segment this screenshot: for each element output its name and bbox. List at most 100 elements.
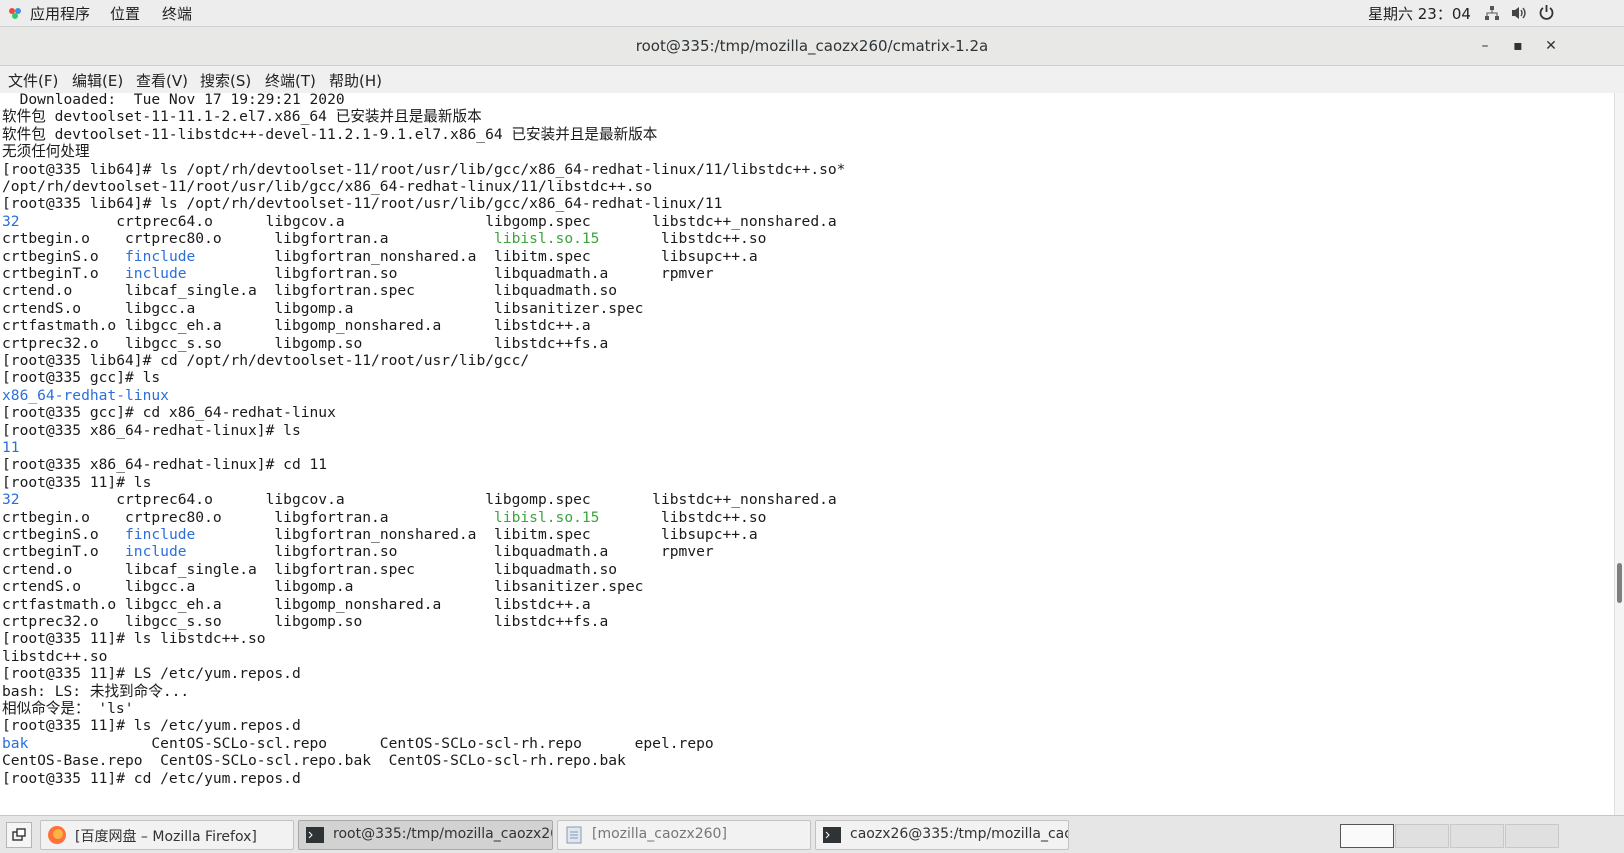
- terminal-app-menu[interactable]: 终端: [162, 3, 192, 24]
- terminal-line: [root@335 gcc]# ls: [2, 369, 160, 387]
- terminal-line: crtend.o libcaf_single.a libgfortran.spe…: [2, 282, 617, 300]
- file-manager-icon: [564, 825, 584, 845]
- terminal-text: [root@335 gcc]# cd x86_64-redhat-linux: [2, 404, 336, 421]
- taskbar-item-file-manager[interactable]: [mozilla_caozx260]: [557, 820, 811, 850]
- menu-terminal[interactable]: 终端(T): [265, 70, 316, 91]
- close-button[interactable]: ✕: [1540, 35, 1562, 57]
- terminal-colored-text: libisl.so.15: [494, 230, 600, 247]
- terminal-line: crtendS.o libgcc.a libgomp.a libsanitize…: [2, 578, 643, 596]
- terminal-text: libstdc++.so: [599, 230, 767, 247]
- taskbar-item-firefox[interactable]: [百度网盘 – Mozilla Firefox]: [40, 820, 294, 850]
- terminal-line: bash: LS: 未找到命令...: [2, 683, 189, 701]
- terminal-text: libgfortran.so libquadmath.a rpmver: [186, 265, 714, 282]
- terminal-line: Downloaded: Tue Nov 17 19:29:21 2020: [2, 93, 345, 109]
- applications-icon[interactable]: [6, 4, 24, 26]
- taskbar-item-label: root@335:/tmp/mozilla_caozx260/…: [333, 826, 552, 842]
- terminal-text: crtend.o libcaf_single.a libgfortran.spe…: [2, 561, 618, 578]
- menu-search[interactable]: 搜索(S): [200, 70, 251, 91]
- terminal-line: crtbeginT.o include libgfortran.so libqu…: [2, 543, 714, 561]
- menu-file[interactable]: 文件(F): [8, 70, 58, 91]
- terminal-text: crtbeginT.o: [2, 543, 126, 560]
- terminal-line: x86_64-redhat-linux: [2, 387, 169, 405]
- scrollbar-thumb[interactable]: [1617, 563, 1622, 603]
- terminal-text: [root@335 lib64]# ls /opt/rh/devtoolset-…: [2, 195, 723, 212]
- terminal-colored-text: bak: [2, 735, 29, 752]
- terminal-text: crtfastmath.o libgcc_eh.a libgomp_nonsha…: [2, 317, 591, 334]
- firefox-icon: [47, 825, 67, 845]
- maximize-button[interactable]: ▪: [1507, 35, 1529, 57]
- terminal-text: libstdc++.so: [2, 648, 108, 665]
- terminal-line: crtprec32.o libgcc_s.so libgomp.so libst…: [2, 613, 608, 631]
- menu-edit[interactable]: 编辑(E): [72, 70, 123, 91]
- terminal-text: crtprec64.o libgcov.a libgomp.spec libst…: [19, 213, 837, 230]
- window-list: [百度网盘 – Mozilla Firefox] root@335:/tmp/m…: [0, 815, 1624, 853]
- terminal-text: [root@335 11]# ls /etc/yum.repos.d: [2, 717, 301, 734]
- terminal-text: crtprec32.o libgcc_s.so libgomp.so libst…: [2, 613, 609, 630]
- terminal-text: [root@335 x86_64-redhat-linux]# ls: [2, 422, 301, 439]
- terminal-line: bak CentOS-SCLo-scl.repo CentOS-SCLo-scl…: [2, 735, 714, 753]
- terminal-text: crtfastmath.o libgcc_eh.a libgomp_nonsha…: [2, 596, 591, 613]
- terminal-line: crtendS.o libgcc.a libgomp.a libsanitize…: [2, 300, 643, 318]
- menu-bar: 文件(F) 编辑(E) 查看(V) 搜索(S) 终端(T) 帮助(H): [0, 66, 1624, 94]
- terminal-colored-text: include: [125, 265, 187, 282]
- taskbar-item-label: [百度网盘 – Mozilla Firefox]: [75, 829, 257, 845]
- terminal-text: 软件包 devtoolset-11-libstdc++-devel-11.2.1…: [2, 126, 658, 143]
- terminal-text: 软件包 devtoolset-11-11.1-2.el7.x86_64 已安装并…: [2, 108, 482, 125]
- terminal-text: crtbeginS.o: [2, 248, 126, 265]
- terminal-line: CentOS-Base.repo CentOS-SCLo-scl.repo.ba…: [2, 752, 626, 770]
- terminal-line: 软件包 devtoolset-11-11.1-2.el7.x86_64 已安装并…: [2, 108, 482, 126]
- workspace-1[interactable]: [1340, 824, 1394, 848]
- terminal-text: crtprec32.o libgcc_s.so libgomp.so libst…: [2, 335, 609, 352]
- terminal-line: crtbeginT.o include libgfortran.so libqu…: [2, 265, 714, 283]
- terminal-text: crtbeginS.o: [2, 526, 126, 543]
- volume-icon[interactable]: [1510, 5, 1528, 25]
- workspace-3[interactable]: [1450, 824, 1504, 848]
- show-desktop-icon[interactable]: [6, 822, 32, 848]
- terminal-text: [root@335 11]# LS /etc/yum.repos.d: [2, 665, 301, 682]
- terminal-colored-text: 32: [2, 213, 20, 230]
- menu-view[interactable]: 查看(V): [136, 70, 188, 91]
- terminal-text: bash: LS: 未找到命令...: [2, 683, 190, 700]
- menu-help[interactable]: 帮助(H): [329, 70, 382, 91]
- power-icon[interactable]: [1538, 4, 1555, 25]
- terminal-text: 无须任何处理: [2, 143, 90, 160]
- terminal-text: libgfortran.so libquadmath.a rpmver: [186, 543, 714, 560]
- terminal-colored-text: finclude: [125, 526, 196, 543]
- terminal-text: [root@335 gcc]# ls: [2, 369, 161, 386]
- taskbar-item-terminal-caozx[interactable]: caozx26@335:/tmp/mozilla_caozx…: [815, 820, 1069, 850]
- terminal-colored-text: finclude: [125, 248, 196, 265]
- terminal-line: [root@335 lib64]# ls /opt/rh/devtoolset-…: [2, 195, 722, 213]
- terminal-scrollbar[interactable]: [1614, 93, 1624, 815]
- terminal-line: crtfastmath.o libgcc_eh.a libgomp_nonsha…: [2, 317, 591, 335]
- clock[interactable]: 星期六 23：04: [1368, 3, 1471, 24]
- top-panel: 应用程序 位置 终端 星期六 23：04: [0, 0, 1624, 27]
- workspace-2[interactable]: [1395, 824, 1449, 848]
- minimize-button[interactable]: –: [1474, 35, 1496, 57]
- terminal-line: 11: [2, 439, 20, 457]
- terminal-text: crtbeginT.o: [2, 265, 126, 282]
- terminal-line: 无须任何处理: [2, 143, 90, 161]
- terminal-text: [root@335 lib64]# ls /opt/rh/devtoolset-…: [2, 161, 846, 178]
- terminal-text: [root@335 lib64]# cd /opt/rh/devtoolset-…: [2, 352, 530, 369]
- terminal-colored-text: 32: [2, 491, 20, 508]
- terminal-text: CentOS-Base.repo CentOS-SCLo-scl.repo.ba…: [2, 752, 626, 769]
- applications-menu[interactable]: 应用程序: [30, 3, 90, 24]
- terminal-line: /opt/rh/devtoolset-11/root/usr/lib/gcc/x…: [2, 178, 652, 196]
- terminal-output[interactable]: Downloaded: Tue Nov 17 19:29:21 2020 软件包 …: [0, 93, 1614, 815]
- terminal-icon: [305, 825, 325, 845]
- terminal-icon: [822, 825, 842, 845]
- taskbar-item-label: [mozilla_caozx260]: [592, 826, 727, 842]
- terminal-line: [root@335 11]# cd /etc/yum.repos.d: [2, 770, 301, 788]
- terminal-line: [root@335 lib64]# cd /opt/rh/devtoolset-…: [2, 352, 529, 370]
- places-menu[interactable]: 位置: [110, 3, 140, 24]
- taskbar-item-terminal-root[interactable]: root@335:/tmp/mozilla_caozx260/…: [298, 820, 553, 850]
- network-icon[interactable]: [1484, 5, 1500, 25]
- terminal-line: libstdc++.so: [2, 648, 107, 666]
- window-titlebar[interactable]: root@335:/tmp/mozilla_caozx260/cmatrix-1…: [0, 27, 1624, 66]
- terminal-text: [root@335 11]# cd /etc/yum.repos.d: [2, 770, 301, 787]
- terminal-line: [root@335 11]# ls: [2, 474, 151, 492]
- workspace-4[interactable]: [1505, 824, 1559, 848]
- terminal-text: [root@335 11]# ls: [2, 474, 152, 491]
- terminal-text: crtendS.o libgcc.a libgomp.a libsanitize…: [2, 300, 644, 317]
- terminal-text: [root@335 x86_64-redhat-linux]# cd 11: [2, 456, 328, 473]
